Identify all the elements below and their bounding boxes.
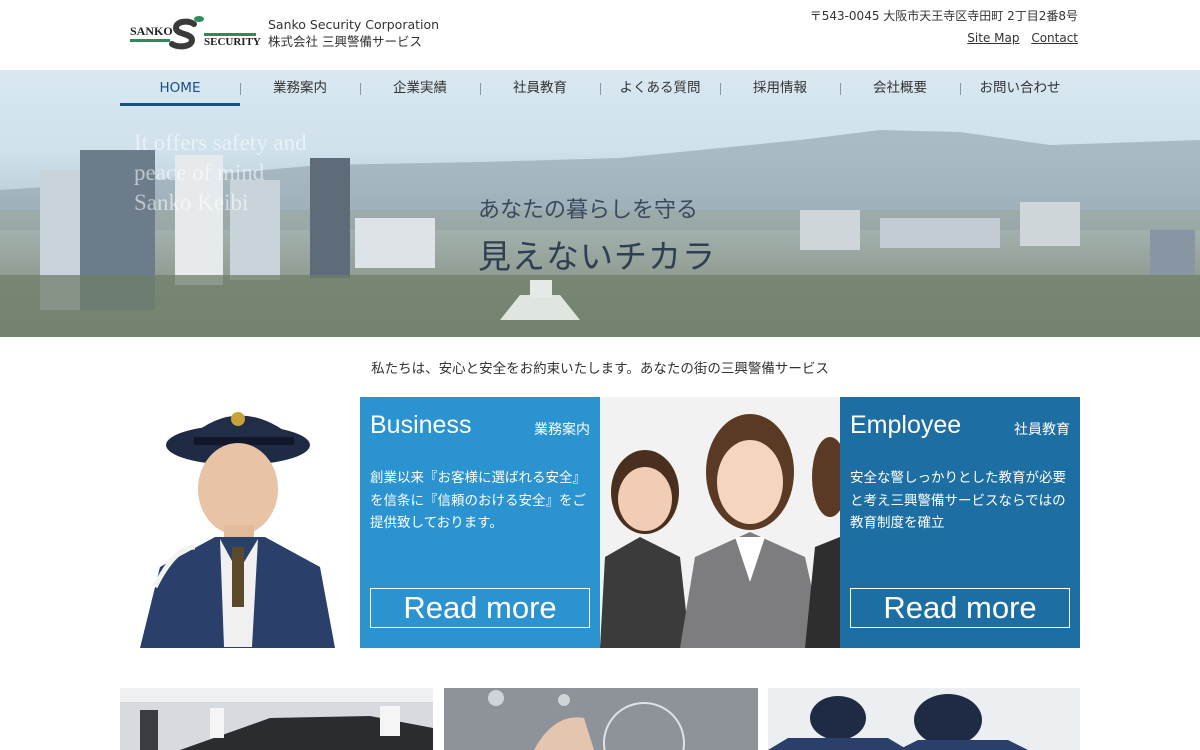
logo-bar — [130, 39, 170, 42]
company-name-jp: 株式会社 三興警備サービス — [268, 34, 422, 49]
hero-catch-line1: あなたの暮らしを守る — [478, 198, 699, 223]
company-name: Sanko Security Corporation 株式会社 三興警備サービス — [268, 16, 439, 50]
guard-photo — [120, 397, 360, 648]
tagline: 私たちは、安心と安全をお約束いたします。あなたの街の三興警備サービス — [371, 361, 829, 377]
employee-title: Employee — [850, 411, 962, 439]
company-name-en: Sanko Security Corporation — [268, 17, 440, 32]
main-nav: HOME 業務案内 企業実績 社員教育 よくある質問 採用情報 会社概要 お問い… — [120, 70, 1080, 106]
company-address: 〒543-0045 大阪市天王寺区寺田町 2丁目2番8号 — [809, 9, 1078, 23]
business-title: Business — [370, 411, 472, 439]
nav-item-contact[interactable]: お問い合わせ — [960, 70, 1080, 106]
employee-subtitle: 社員教育 — [1014, 422, 1070, 438]
business-text: 創業以来『お客様に選ばれる安全』を信条に『信頼のおける安全』をご提供致しておりま… — [370, 470, 586, 531]
employee-text: 安全な警しっかりとした教育が必要と考え三興警備サービスならではの教育制度を確立 — [850, 470, 1066, 531]
sitemap-link[interactable]: Site Map — [967, 31, 1019, 45]
nav-item-faq[interactable]: よくある質問 — [600, 70, 720, 106]
nav-item-recruit[interactable]: 採用情報 — [720, 70, 840, 106]
nav-item-services[interactable]: 業務案内 — [240, 70, 360, 106]
hero-english-line: peace of mind — [134, 160, 265, 185]
business-read-more-button[interactable]: Read more — [370, 588, 590, 628]
hero-english-line: It offers safety and — [134, 130, 307, 155]
guards-photo[interactable] — [768, 688, 1080, 750]
company-logo[interactable]: SANKO SECURITY — [130, 14, 261, 54]
staff-photo — [600, 397, 840, 648]
nav-item-about[interactable]: 会社概要 — [840, 70, 960, 106]
hero-banner: HOME 業務案内 企業実績 社員教育 よくある質問 採用情報 会社概要 お問い… — [0, 70, 1200, 337]
nav-item-home[interactable]: HOME — [120, 70, 240, 106]
hero-english-text: It offers safety and peace of mind Sanko… — [134, 128, 307, 218]
logo-text-security: SECURITY — [204, 36, 261, 48]
contact-link[interactable]: Contact — [1031, 31, 1078, 45]
business-subtitle: 業務案内 — [534, 422, 590, 438]
nav-item-achievements[interactable]: 企業実績 — [360, 70, 480, 106]
logo-s-mark-icon — [169, 16, 204, 50]
top-links: Site Map Contact — [959, 31, 1078, 45]
hero-catch-line2: 見えないチカラ — [478, 237, 716, 276]
business-panel: Business 業務案内 創業以来『お客様に選ばれる安全』を信条に『信頼のおけ… — [360, 397, 600, 648]
nav-item-training[interactable]: 社員教育 — [480, 70, 600, 106]
hero-english-line: Sanko Keibi — [134, 190, 249, 215]
site-header: SANKO SECURITY Sanko Security Corporatio… — [0, 0, 1200, 70]
network-photo[interactable] — [444, 688, 758, 750]
meeting-room-photo[interactable] — [120, 688, 433, 750]
employee-read-more-button[interactable]: Read more — [850, 588, 1070, 628]
employee-panel: Employee 社員教育 安全な警しっかりとした教育が必要と考え三興警備サービ… — [840, 397, 1080, 648]
